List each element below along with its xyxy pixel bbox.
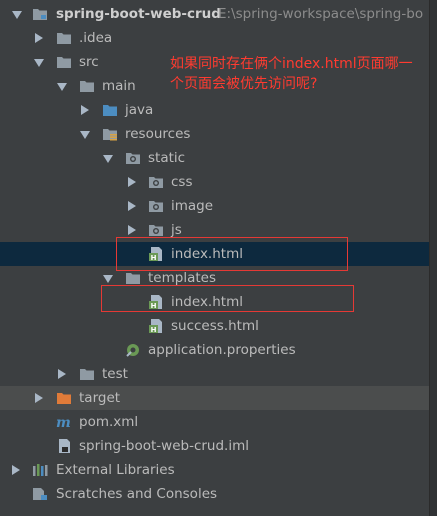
html-file-icon: H [149,319,162,333]
tree-row-external-libraries[interactable]: External Libraries [0,458,429,482]
web-folder-icon [149,177,163,188]
tree-label-image: image [171,198,214,214]
web-folder-icon [149,225,163,236]
tree-row-success-html[interactable]: H success.html [0,314,429,338]
project-name: spring-boot-web-crud [56,6,221,22]
source-folder-icon [103,105,117,116]
svg-text:m: m [56,415,71,429]
tree-row-scratches[interactable]: Scratches and Consoles [0,482,429,506]
maven-icon: m [56,415,71,429]
chevron-right-icon[interactable] [128,177,136,187]
annotation-text: 如果同时存在俩个index.html页面哪一个页面会被优先访问呢? [170,56,413,92]
folder-icon [80,369,94,380]
tree-row-project-root[interactable]: spring-boot-web-crud E:\spring-workspace… [0,2,429,26]
tree-label-java: java [125,102,154,118]
tree-label-external-libraries: External Libraries [56,462,175,478]
tree-label-scratches: Scratches and Consoles [56,486,218,502]
tree-label-target: target [79,390,121,406]
folder-icon [57,33,71,44]
tree-label-pom-xml: pom.xml [79,414,139,430]
folder-icon [80,81,94,92]
resources-folder-icon [103,129,117,141]
chevron-down-icon[interactable] [34,59,44,67]
svg-text:H: H [151,326,157,333]
module-folder-icon [33,9,47,20]
tree-label-main: main [102,78,136,94]
tree-label-js: js [171,222,182,238]
highlight-box-static-index [116,237,348,271]
tree-row-resources[interactable]: resources [0,122,429,146]
spring-properties-icon [126,344,139,357]
project-path: E:\spring-workspace\spring-bo [218,6,424,22]
tree-label-success-html: success.html [171,318,259,334]
project-tool-window: spring-boot-web-crud E:\spring-workspace… [0,0,437,516]
chevron-down-icon[interactable] [103,155,113,163]
chevron-down-icon[interactable] [57,83,67,91]
tree-row-image[interactable]: image [0,194,429,218]
tree-row-test[interactable]: test [0,362,429,386]
tree-row-java[interactable]: java [0,98,429,122]
tree-label-templates: templates [148,270,216,286]
tree-row-idea[interactable]: .idea [0,26,429,50]
editor-gutter [429,0,437,516]
tree-label-iml: spring-boot-web-crud.iml [79,438,249,454]
tree-row-static[interactable]: static [0,146,429,170]
tree-label-static: static [148,150,186,166]
highlight-box-templates-index [101,285,354,312]
chevron-right-icon[interactable] [128,201,136,211]
tree-label-application-properties: application.properties [148,342,296,358]
tree-row-iml[interactable]: spring-boot-web-crud.iml [0,434,429,458]
chevron-right-icon[interactable] [58,369,66,379]
chevron-down-icon[interactable] [103,275,113,283]
tree-row-css[interactable]: css [0,170,429,194]
tree-row-pom-xml[interactable]: m pom.xml [0,410,429,434]
library-icon [33,464,48,476]
chevron-right-icon[interactable] [128,225,136,235]
chevron-right-icon[interactable] [35,393,43,403]
tree-row-application-properties[interactable]: application.properties [0,338,429,362]
web-folder-icon [149,201,163,212]
tree-label-test: test [102,366,128,382]
chevron-right-icon[interactable] [35,33,43,43]
chevron-down-icon[interactable] [80,131,90,139]
chevron-down-icon[interactable] [12,11,22,19]
folder-icon [126,273,140,284]
web-folder-icon [126,153,140,164]
module-file-icon [59,439,70,453]
tree-label-css: css [171,174,193,190]
tree-label-idea: .idea [79,30,113,46]
chevron-right-icon[interactable] [12,465,20,475]
chevron-right-icon[interactable] [81,105,89,115]
tree-label-src: src [79,54,99,70]
folder-icon [57,57,71,68]
scratches-icon [33,488,47,500]
excluded-folder-icon [57,393,71,404]
tree-row-target[interactable]: target [0,386,429,410]
tree-label-resources: resources [125,126,191,142]
